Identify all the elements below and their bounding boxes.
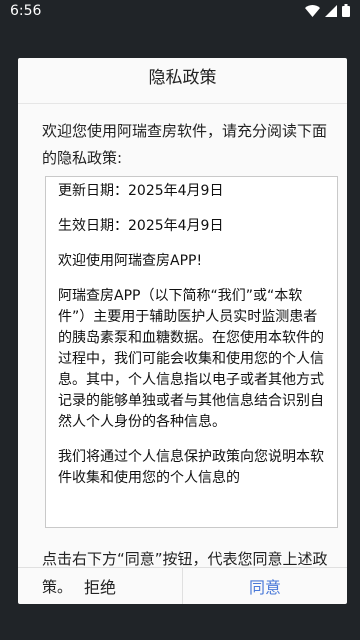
- status-icons: [305, 4, 350, 17]
- policy-paragraph: 阿瑞查房APP（以下简称“我们”或“本软件”）主要用于辅助医护人员实时监测患者的…: [58, 288, 324, 430]
- status-time: 6:56: [10, 3, 42, 19]
- signal-icon: [325, 4, 337, 17]
- title-divider: [18, 103, 347, 104]
- dialog-title: 隐私政策: [148, 68, 217, 88]
- agree-button[interactable]: 同意: [183, 568, 347, 604]
- status-bar: 6:56: [0, 0, 360, 24]
- privacy-dialog: 隐私政策 欢迎您使用阿瑞查房软件，请充分阅读下面的隐私政策: 更新日期：2025…: [18, 58, 347, 604]
- dialog-intro-text: 欢迎您使用阿瑞查房软件，请充分阅读下面的隐私政策:: [42, 122, 328, 167]
- wifi-icon: [305, 4, 320, 17]
- policy-scroll-box[interactable]: 更新日期：2025年4月9日 生效日期：2025年4月9日 欢迎使用阿瑞查房AP…: [45, 176, 338, 528]
- policy-paragraph: 我们将通过个人信息保护政策向您说明本软件收集和使用您的个人信息的: [58, 449, 324, 486]
- policy-update-date: 更新日期：2025年4月9日: [58, 183, 224, 199]
- battery-icon: [342, 4, 350, 17]
- reject-button[interactable]: 拒绝: [18, 568, 183, 604]
- policy-welcome: 欢迎使用阿瑞查房APP!: [58, 253, 203, 269]
- dialog-buttons: 拒绝 同意: [18, 568, 347, 604]
- policy-effective-date: 生效日期：2025年4月9日: [58, 218, 224, 234]
